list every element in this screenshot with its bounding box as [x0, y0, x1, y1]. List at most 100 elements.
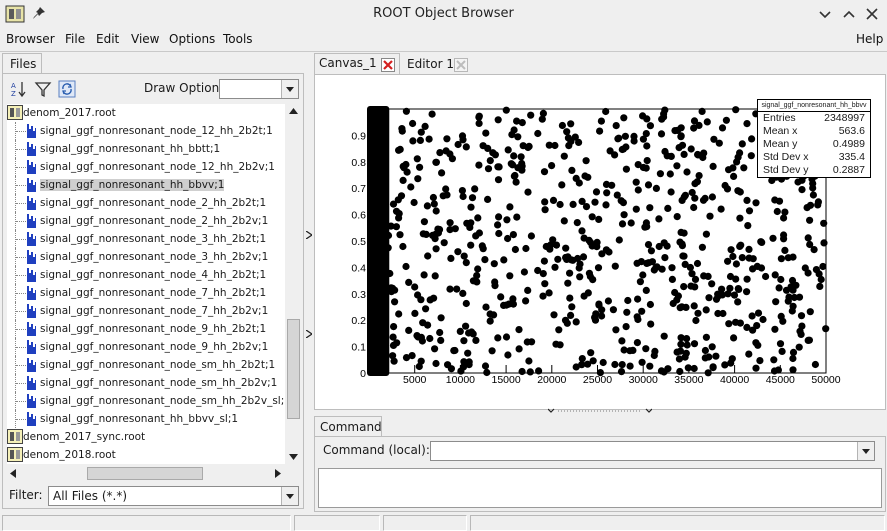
tree-connector [16, 203, 26, 204]
menu-options[interactable]: Options [169, 32, 215, 46]
scatter-point [564, 134, 572, 142]
minimize-chevron-down-icon[interactable] [817, 6, 833, 22]
filter-combo[interactable]: All Files (*.*) [48, 486, 299, 506]
scroll-down-arrow-icon[interactable] [289, 454, 298, 460]
scatter-point [612, 326, 620, 334]
menu-tools[interactable]: Tools [223, 32, 253, 46]
scatter-point [698, 243, 706, 251]
scroll-left-arrow-icon[interactable] [10, 469, 16, 478]
stats-key: Entries [763, 112, 796, 124]
tree-leaf-item[interactable]: signal_ggf_nonresonant_hh_bbvv;1 [7, 176, 285, 194]
scroll-right-arrow-icon[interactable] [275, 469, 281, 478]
tree-leaf-item[interactable]: signal_ggf_nonresonant_hh_bbtt;1 [7, 140, 285, 158]
scatter-point [701, 346, 709, 355]
tree-item-label: signal_ggf_nonresonant_node_sm_hh_2b2v;1 [40, 377, 278, 389]
tab-command[interactable]: Command [314, 416, 382, 437]
scatter-point [384, 244, 392, 252]
stats-box[interactable]: signal_ggf_nonresonant_hh_bbvv Entries 23… [757, 99, 871, 178]
vertical-splitter-handle[interactable] [548, 408, 652, 414]
tree-leaf-item[interactable]: signal_ggf_nonresonant_node_12_hh_2b2t;1 [7, 122, 285, 140]
tree-horizontal-scrollbar[interactable] [7, 466, 285, 481]
scatter-point [736, 214, 744, 222]
tree-file-item[interactable]: denom_2017.root [7, 104, 285, 122]
tree-leaf-item[interactable]: signal_ggf_nonresonant_node_2_hh_2b2t;1 [7, 194, 285, 212]
scatter-point [465, 361, 473, 369]
vertical-scroll-thumb[interactable] [287, 319, 300, 419]
tree-leaf-item[interactable]: signal_ggf_nonresonant_node_3_hh_2b2v;1 [7, 248, 285, 266]
file-tree[interactable]: denom_2017.root signal_ggf_nonresonant_no… [7, 104, 285, 464]
tree-leaf-item[interactable]: signal_ggf_nonresonant_node_4_hh_2b2t;1 [7, 266, 285, 284]
scatter-point [820, 239, 828, 247]
tree-leaf-item[interactable]: signal_ggf_nonresonant_node_9_hh_2b2t;1 [7, 320, 285, 338]
menu-help[interactable]: Help [856, 32, 883, 46]
menu-browser[interactable]: Browser [6, 32, 55, 46]
scatter-point [732, 106, 740, 114]
scatter-point [723, 185, 732, 193]
tree-leaf-item[interactable]: signal_ggf_nonresonant_node_7_hh_2b2t;1 [7, 284, 285, 302]
scatter-point [397, 192, 406, 200]
collapse-right-arrow-icon[interactable] [306, 330, 312, 338]
tree-leaf-item[interactable]: signal_ggf_nonresonant_node_7_hh_2b2v;1 [7, 302, 285, 320]
tree-leaf-item[interactable]: signal_ggf_nonresonant_node_3_hh_2b2t;1 [7, 230, 285, 248]
tab-canvas[interactable]: Canvas_1 [314, 53, 400, 75]
scatter-point [386, 269, 394, 278]
maximize-chevron-up-icon[interactable] [841, 6, 857, 22]
scatter-point [512, 178, 520, 186]
scatter-point [419, 230, 427, 238]
refresh-icon[interactable] [58, 80, 76, 98]
collapse-right-arrow-icon[interactable] [306, 231, 312, 239]
scatter-point [387, 222, 395, 230]
draw-option-combo[interactable] [219, 79, 299, 99]
tab-files[interactable]: Files [2, 53, 42, 74]
tree-leaf-item[interactable]: signal_ggf_nonresonant_node_sm_hh_2b2v;1 [7, 374, 285, 392]
scatter-point [473, 272, 481, 280]
close-tab-icon[interactable] [454, 58, 468, 72]
close-icon[interactable] [864, 6, 880, 22]
scatter-point [522, 297, 530, 305]
x-tick-label: 10000 [446, 374, 475, 386]
chevron-down-icon[interactable] [281, 80, 298, 98]
scatter-point [417, 128, 425, 136]
scroll-up-arrow-icon[interactable] [289, 108, 298, 114]
tree-leaf-item[interactable]: signal_ggf_nonresonant_node_sm_hh_2b2v_s… [7, 392, 285, 410]
tree-file-item[interactable]: denom_2017_sync.root [7, 428, 285, 446]
scatter-point [438, 169, 446, 177]
scatter-point [706, 212, 714, 220]
filter-icon[interactable] [34, 80, 52, 98]
command-output[interactable] [318, 468, 882, 508]
scatter-point [511, 245, 519, 254]
scatter-point [503, 216, 511, 224]
x-tick-label: 5000 [403, 374, 427, 386]
scatter-point [432, 359, 440, 368]
tree-connector [16, 149, 26, 150]
scatter-point [573, 219, 581, 227]
command-input[interactable] [430, 441, 875, 461]
scatter-point [673, 213, 681, 221]
scatter-point [491, 151, 499, 159]
sort-icon[interactable]: A Z [10, 80, 28, 98]
tree-file-item[interactable]: denom_2018.root [7, 446, 285, 464]
menu-file[interactable]: File [65, 32, 85, 46]
scatter-point [717, 205, 725, 213]
tree-leaf-item[interactable]: signal_ggf_nonresonant_node_12_hh_2b2v;1 [7, 158, 285, 176]
scatter-point [630, 132, 638, 140]
scatter-point [780, 231, 788, 239]
scatter-point [658, 115, 666, 123]
tree-leaf-item[interactable]: signal_ggf_nonresonant_node_sm_hh_2b2t;1 [7, 356, 285, 374]
close-tab-icon[interactable] [381, 58, 395, 72]
menu-edit[interactable]: Edit [96, 32, 119, 46]
scatter-point [643, 157, 651, 165]
tree-vertical-scrollbar[interactable] [286, 104, 301, 464]
stats-key: Mean x [763, 125, 798, 137]
tab-editor[interactable]: Editor 1 [402, 55, 472, 75]
tree-leaf-item[interactable]: signal_ggf_nonresonant_hh_bbvv_sl;1 [7, 410, 285, 428]
tree-leaf-item[interactable]: signal_ggf_nonresonant_node_2_hh_2b2v;1 [7, 212, 285, 230]
horizontal-scroll-thumb[interactable] [87, 467, 203, 480]
menu-view[interactable]: View [131, 32, 159, 46]
scatter-point [494, 334, 502, 342]
status-cell [383, 515, 467, 531]
chevron-down-icon[interactable] [281, 487, 298, 505]
chevron-down-icon[interactable] [857, 442, 874, 460]
scatter-point [395, 310, 403, 318]
tree-leaf-item[interactable]: signal_ggf_nonresonant_node_9_hh_2b2v;1 [7, 338, 285, 356]
